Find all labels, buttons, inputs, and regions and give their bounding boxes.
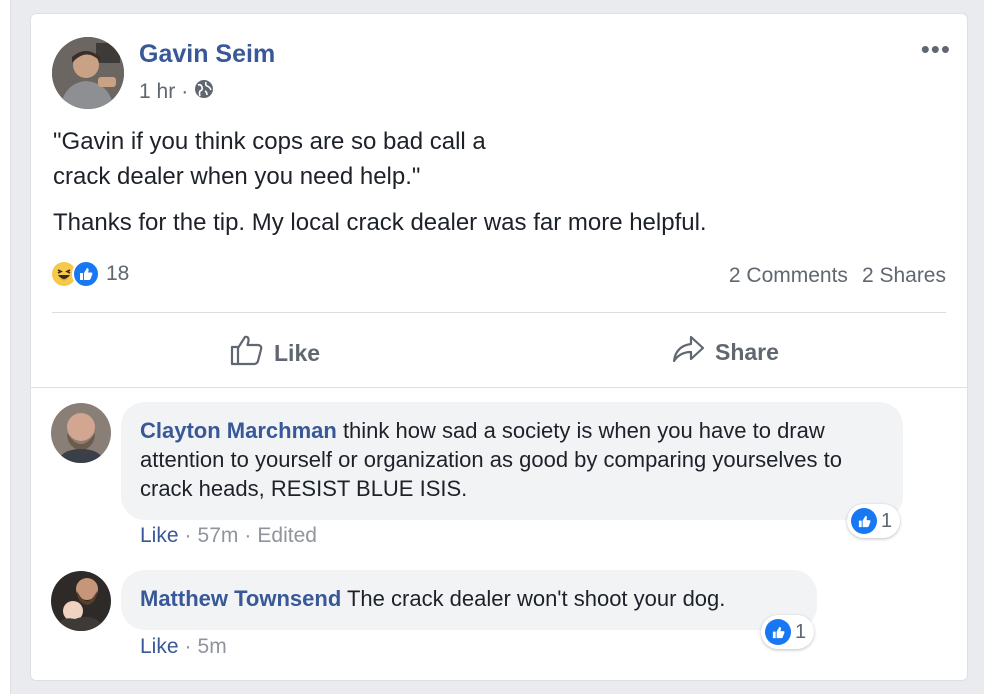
comment-actions: Like · 5m [140, 635, 227, 659]
comment-like-link[interactable]: Like [140, 524, 179, 548]
like-reaction-icon [72, 260, 100, 288]
post-quote-line-2: crack dealer when you need help." [53, 163, 421, 190]
like-reaction-icon [851, 508, 877, 534]
comment-author-name[interactable]: Clayton Marchman [140, 418, 337, 443]
post-author-name[interactable]: Gavin Seim [139, 40, 275, 69]
more-options-icon[interactable]: ••• [921, 36, 951, 62]
post-body-text: Thanks for the tip. My local crack deale… [53, 209, 707, 236]
separator-dot: · [184, 635, 192, 658]
post-quote-line-1: "Gavin if you think cops are so bad call… [53, 128, 486, 155]
comment-avatar[interactable] [51, 403, 111, 463]
comment-time[interactable]: 57m [198, 524, 239, 548]
comment-reaction-count: 1 [795, 620, 807, 643]
share-button-label: Share [715, 338, 779, 365]
reaction-count: 18 [106, 262, 130, 285]
comment-time[interactable]: 5m [198, 635, 227, 659]
like-reaction-icon [765, 619, 791, 645]
meta-separator: · [181, 80, 189, 103]
engagement-counts: 2 Comments 2 Shares [729, 264, 946, 288]
post-meta: 1 hr · [139, 79, 214, 105]
comment-text: The crack dealer won't shoot your dog. [341, 586, 726, 611]
share-button[interactable]: Share [671, 334, 779, 370]
comment-actions: Like · 57m · Edited [140, 524, 317, 548]
comment-reaction-count: 1 [881, 509, 893, 532]
comment-avatar[interactable] [51, 571, 111, 631]
shares-count-link[interactable]: 2 Shares [862, 264, 946, 288]
reactions-summary[interactable]: 18 [50, 260, 129, 288]
author-avatar[interactable] [52, 37, 124, 109]
left-panel-edge [0, 0, 11, 694]
comment-bubble: Matthew Townsend The crack dealer won't … [121, 570, 817, 630]
thumbs-up-icon [230, 334, 264, 372]
post-card: Gavin Seim 1 hr · ••• "Gavin if you thin… [30, 13, 968, 681]
comment-like-link[interactable]: Like [140, 635, 179, 659]
like-button[interactable]: Like [230, 334, 320, 372]
comment-author-name[interactable]: Matthew Townsend [140, 586, 341, 611]
post-time[interactable]: 1 hr [139, 80, 175, 104]
comment-reaction-badge[interactable]: 1 [761, 615, 815, 649]
comment-reaction-badge[interactable]: 1 [847, 504, 901, 538]
comment-edited-label[interactable]: Edited [257, 524, 317, 548]
comment-bubble: Clayton Marchman think how sad a society… [121, 402, 903, 520]
like-button-label: Like [274, 339, 321, 366]
separator-dot: · [244, 524, 252, 547]
comments-count-link[interactable]: 2 Comments [729, 264, 848, 288]
comments-section: Clayton Marchman think how sad a society… [31, 387, 967, 680]
actions-divider [52, 312, 946, 313]
globe-icon[interactable] [194, 79, 214, 105]
share-arrow-icon [671, 334, 705, 370]
separator-dot: · [184, 524, 192, 547]
